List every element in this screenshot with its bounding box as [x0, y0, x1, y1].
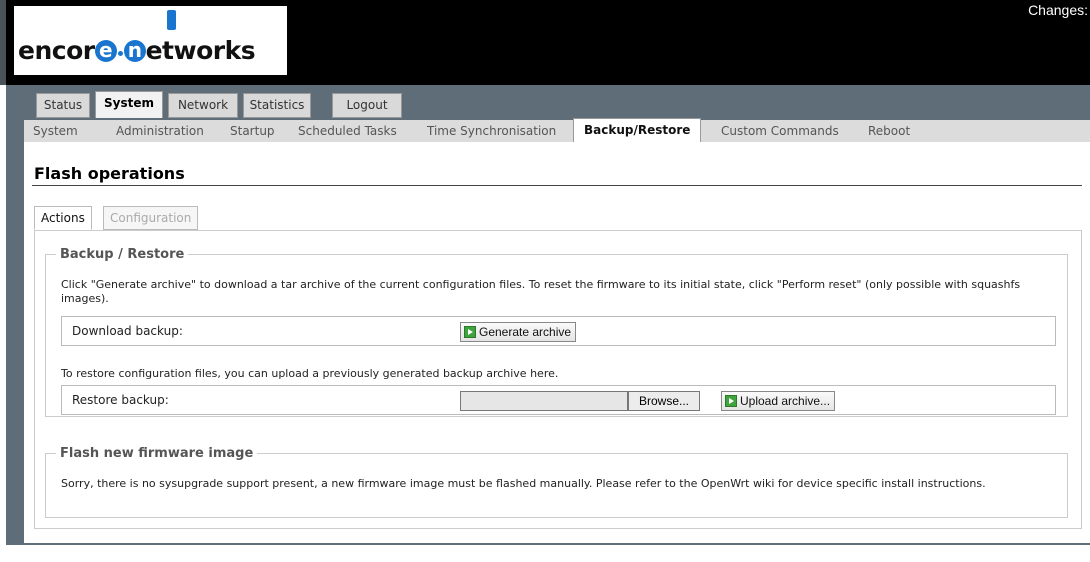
subtab-administration[interactable]: Administration [116, 120, 204, 142]
logo-text: encor e n etworks [18, 36, 256, 65]
logo-text-part: encor [18, 36, 95, 65]
backup-restore-section: Backup / Restore Click "Generate archive… [45, 247, 1068, 417]
upload-archive-label: Upload archive... [740, 394, 831, 408]
actions-panel: Backup / Restore Click "Generate archive… [34, 230, 1082, 529]
download-backup-label: Download backup: [72, 324, 183, 338]
changes-indicator[interactable]: Changes: [1028, 2, 1088, 18]
logo-dot [117, 51, 123, 56]
subtab-startup[interactable]: Startup [230, 120, 275, 142]
download-backup-row: Download backup: Generate archive [61, 316, 1056, 346]
header-bar: encor e n etworks Changes: [0, 0, 1090, 85]
logo-n-circle: n [123, 40, 146, 62]
restore-hint: To restore configuration files, you can … [61, 367, 559, 380]
subtab-time-synchronisation[interactable]: Time Synchronisation [427, 120, 556, 142]
subtab-backup-restore[interactable]: Backup/Restore [573, 118, 702, 142]
restore-backup-label: Restore backup: [72, 393, 169, 407]
subtab-scheduled-tasks[interactable]: Scheduled Tasks [298, 120, 397, 142]
tab-system[interactable]: System [95, 91, 163, 118]
flash-firmware-legend: Flash new firmware image [60, 446, 254, 461]
browse-button[interactable]: Browse... [628, 391, 701, 411]
logo-e-circle: e [94, 40, 117, 62]
content-area: Flash operations Actions Configuration B… [24, 142, 1090, 543]
tab-configuration[interactable]: Configuration [103, 206, 199, 230]
restore-backup-row: Restore backup: Browse... Upload archive… [61, 385, 1056, 415]
generate-archive-button[interactable]: Generate archive [460, 322, 577, 342]
upload-archive-button[interactable]: Upload archive... [721, 391, 836, 411]
flash-firmware-section: Flash new firmware image Sorry, there is… [45, 446, 1068, 518]
backup-restore-legend: Backup / Restore [60, 247, 185, 262]
backup-description: Click "Generate archive" to download a t… [61, 278, 1021, 305]
tab-actions[interactable]: Actions [34, 206, 92, 230]
title-divider [32, 185, 1082, 186]
tab-network[interactable]: Network [168, 93, 238, 118]
archive-icon [464, 326, 476, 338]
subtab-reboot[interactable]: Reboot [868, 120, 910, 142]
logo-text-part: etworks [145, 36, 256, 65]
tab-status[interactable]: Status [36, 93, 90, 118]
upload-icon [725, 395, 737, 407]
file-path-input[interactable] [460, 391, 628, 411]
subtab-custom-commands[interactable]: Custom Commands [721, 120, 839, 142]
logo-exclamation-mark [167, 10, 176, 30]
firmware-description: Sorry, there is no sysupgrade support pr… [61, 477, 986, 490]
tab-logout[interactable]: Logout [332, 93, 402, 118]
logo: encor e n etworks [14, 6, 287, 75]
sub-menu: System Administration Startup Scheduled … [24, 118, 1090, 142]
tab-statistics[interactable]: Statistics [243, 93, 311, 118]
generate-archive-label: Generate archive [479, 325, 572, 339]
page-title: Flash operations [34, 164, 185, 183]
subtab-system[interactable]: System [33, 120, 78, 142]
